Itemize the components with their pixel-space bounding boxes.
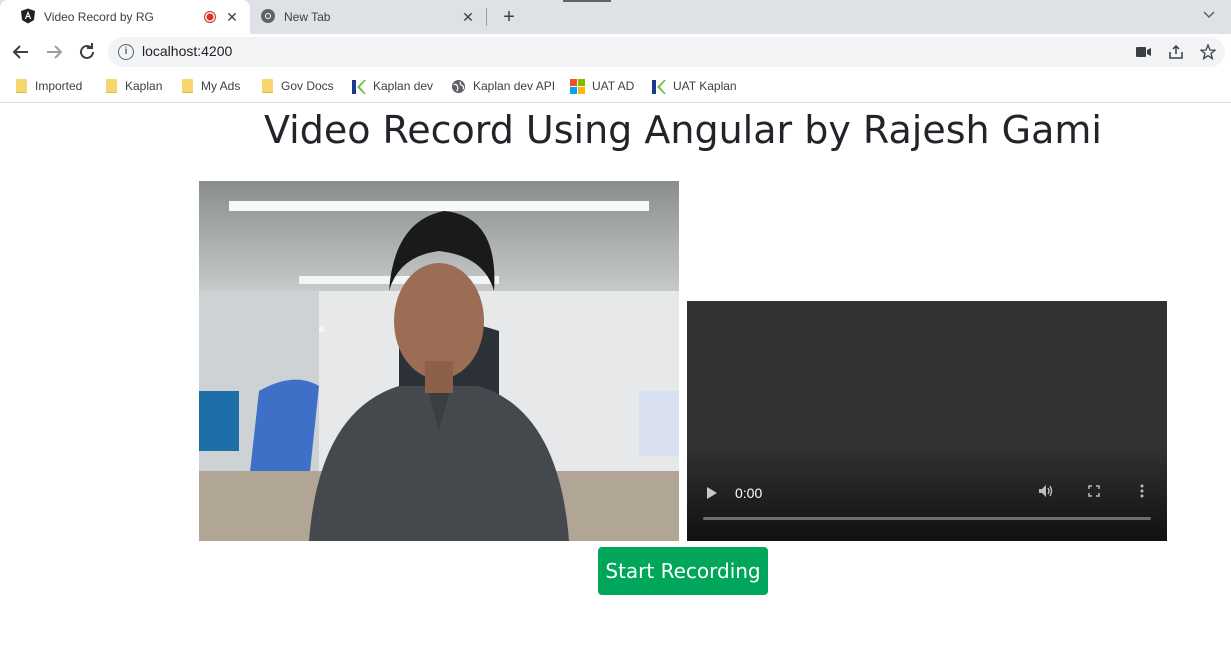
bookmark-kaplan[interactable]: Kaplan [106,77,162,95]
kaplan-icon [351,79,366,94]
forward-arrow-icon [47,45,63,59]
video-time: 0:00 [735,485,763,501]
bookmark-kaplan-dev-api[interactable]: Kaplan dev API [451,77,555,95]
share-icon[interactable] [1166,42,1186,62]
chrome-icon [260,8,276,27]
camera-in-use-icon[interactable] [1134,42,1154,62]
bookmark-label: My Ads [201,79,241,93]
bookmark-label: UAT AD [592,79,635,93]
bookmark-label: Imported [35,79,83,93]
forward-button[interactable] [42,40,66,64]
bookmarks-bar: Imported Kaplan My Ads Gov Docs Kaplan d… [0,70,1231,103]
close-tab-icon[interactable]: ✕ [460,9,476,25]
tab-new-tab[interactable]: New Tab ✕ [252,0,486,34]
new-tab-button[interactable]: + [498,6,520,28]
tab-search-icon[interactable] [1203,8,1215,22]
page-title: Video Record Using Angular by Rajesh Gam… [264,108,1102,152]
folder-icon [182,79,193,93]
bookmark-gov-docs[interactable]: Gov Docs [262,77,334,95]
recorded-video-player[interactable]: 0:00 [687,301,1167,541]
folder-icon [16,79,27,93]
tab-title: New Tab [284,10,331,24]
folder-icon [262,79,273,93]
volume-icon[interactable] [1037,484,1055,501]
address-bar[interactable]: i localhost:4200 [108,37,1225,67]
bookmark-kaplan-dev[interactable]: Kaplan dev [351,77,433,95]
more-options-icon[interactable] [1133,484,1151,501]
tab-scroll-indicator [563,0,611,2]
webcam-feed-image [199,181,679,541]
bookmark-label: Kaplan dev [373,79,434,93]
info-icon[interactable]: i [118,44,134,60]
microsoft-icon [570,79,585,94]
tab-video-record[interactable]: Video Record by RG ✕ [0,0,250,34]
bookmark-imported[interactable]: Imported [16,77,82,95]
play-icon[interactable] [707,487,717,499]
bookmark-label: Kaplan dev API [473,79,556,93]
recording-icon [204,11,216,23]
webcam-preview [199,181,679,541]
reload-icon [80,43,94,59]
globe-icon [451,79,466,94]
bookmark-label: UAT Kaplan [673,79,737,93]
reload-button[interactable] [75,40,99,64]
tab-separator [486,8,487,26]
start-recording-button[interactable]: Start Recording [598,547,768,595]
bookmark-uat-kaplan[interactable]: UAT Kaplan [651,77,737,95]
folder-icon [106,79,117,93]
tab-strip: Video Record by RG ✕ New Tab ✕ + [0,0,1231,34]
star-icon[interactable] [1198,42,1218,62]
bookmark-label: Kaplan [125,79,163,93]
browser-toolbar: i localhost:4200 [0,34,1231,70]
tab-title: Video Record by RG [44,10,154,24]
back-arrow-icon [12,45,28,59]
address-url[interactable]: localhost:4200 [142,43,232,59]
bookmark-my-ads[interactable]: My Ads [182,77,240,95]
back-button[interactable] [9,40,33,64]
bookmark-label: Gov Docs [281,79,334,93]
angular-icon [20,8,36,27]
bookmark-uat-ad[interactable]: UAT AD [570,77,634,95]
close-tab-icon[interactable]: ✕ [224,9,240,25]
kaplan-icon [651,79,666,94]
video-progress-bar[interactable] [703,517,1151,520]
fullscreen-icon[interactable] [1085,484,1103,500]
